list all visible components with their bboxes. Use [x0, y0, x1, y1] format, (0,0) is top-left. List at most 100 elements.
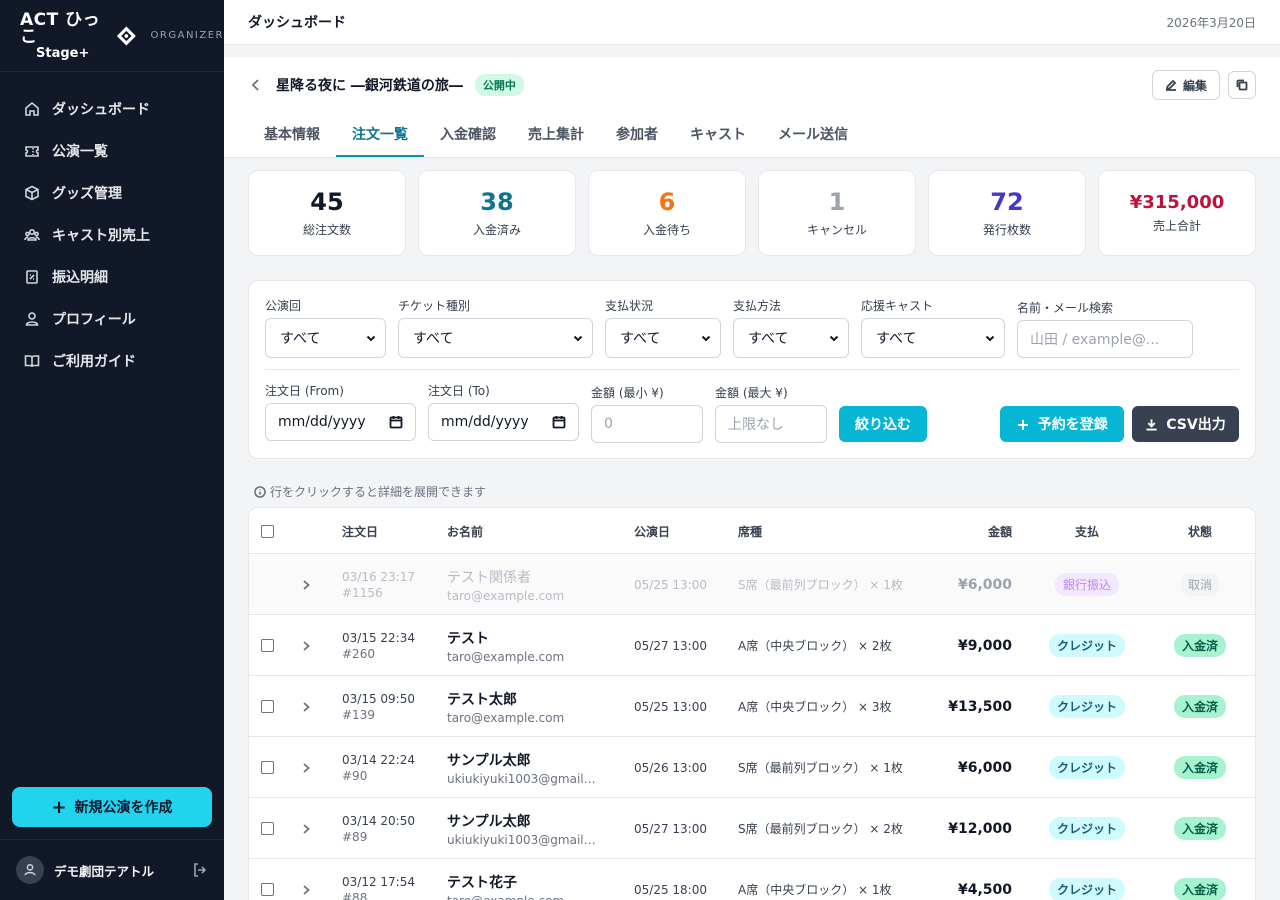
edit-button[interactable]: 編集: [1151, 70, 1220, 100]
select-all-checkbox[interactable]: [261, 524, 274, 538]
seat-description: S席（最前列ブロック） × 2枚: [738, 822, 903, 836]
account-footer: デモ劇団テアトル: [0, 839, 224, 900]
payment-method-badge: クレジット: [1048, 756, 1125, 779]
column-amount[interactable]: 金額: [952, 508, 1012, 554]
register-reservation-button[interactable]: + 予約を登録: [1000, 406, 1124, 442]
filter-label: 公演回: [265, 299, 302, 313]
stat-value: 72: [990, 188, 1024, 217]
tab-email[interactable]: メール送信: [762, 113, 864, 157]
row-checkbox[interactable]: [261, 700, 274, 713]
column-name[interactable]: お名前: [447, 508, 483, 554]
table-row[interactable]: 03/14 20:50 #89 サンプル太郎 ukiukiyuki1003@gmail…: [249, 798, 1255, 859]
create-performance-button[interactable]: + 新規公演を作成: [12, 787, 212, 827]
seat-description: A席（中央ブロック） × 2枚: [738, 639, 892, 653]
csv-export-button[interactable]: CSV出力: [1132, 406, 1239, 442]
select-value: すべて: [748, 331, 789, 347]
chevron-down-icon: [366, 335, 376, 342]
brand-logo[interactable]: ACT ひっこ Stage+: [20, 9, 137, 60]
column-order-date[interactable]: 注文日: [342, 508, 378, 554]
chevron-right-icon[interactable]: [299, 761, 313, 775]
sidebar-item-goods[interactable]: グッズ管理: [0, 172, 224, 214]
column-seat[interactable]: 席種: [738, 508, 762, 554]
sidebar-item-performances[interactable]: 公演一覧: [0, 130, 224, 172]
amount-cell: ¥4,500: [932, 859, 1012, 900]
seat-cell: A席（中央ブロック） × 3枚: [738, 676, 892, 737]
row-checkbox[interactable]: [261, 761, 274, 774]
calendar-icon[interactable]: [552, 415, 566, 429]
column-status[interactable]: 状態: [1152, 508, 1248, 554]
row-checkbox[interactable]: [261, 639, 274, 652]
table-row[interactable]: 03/14 22:24 #90 サンプル太郎 ukiukiyuki1003@gmail…: [249, 737, 1255, 798]
row-select-cell: [261, 676, 274, 737]
row-expand-cell: [299, 615, 313, 676]
chevron-right-icon[interactable]: [299, 700, 313, 714]
info-icon: [254, 485, 266, 498]
table-row[interactable]: 03/15 22:34 #260 テスト taro@example.com 05/27 …: [249, 615, 1255, 676]
logout-icon[interactable]: [192, 862, 208, 878]
stat-label: 入金待ち: [642, 222, 691, 237]
stat-value: 38: [480, 188, 514, 217]
seat-description: S席（最前列ブロック） × 1枚: [738, 761, 903, 775]
organization-name: デモ劇団テアトル: [54, 863, 155, 879]
order-id: #89: [342, 829, 368, 844]
order-date-to-input[interactable]: mm/dd/yyyy: [428, 403, 579, 441]
users-icon: [24, 228, 40, 241]
sidebar-item-guide[interactable]: ご利用ガイド: [0, 340, 224, 382]
sidebar-item-label: キャスト別売上: [52, 228, 150, 244]
payment-status-select[interactable]: すべて: [605, 318, 721, 358]
brand-line1: ACT ひっこ: [20, 9, 101, 47]
order-datetime: 03/14 22:24: [342, 752, 415, 767]
apply-filter-button[interactable]: 絞り込む: [839, 406, 927, 442]
chevron-left-icon[interactable]: [248, 77, 264, 93]
row-checkbox[interactable]: [261, 883, 274, 896]
order-amount: ¥13,500: [948, 698, 1012, 715]
tab-cast[interactable]: キャスト: [674, 113, 762, 157]
sidebar-item-cast-sales[interactable]: キャスト別売上: [0, 214, 224, 256]
amount-min-input[interactable]: 0: [591, 405, 703, 443]
tab-basic-info[interactable]: 基本情報: [248, 113, 336, 157]
table-row[interactable]: 03/12 17:54#88 テスト花子 taro@example.com 05/25…: [249, 859, 1255, 900]
avatar[interactable]: [16, 856, 44, 884]
user-icon: [25, 312, 39, 326]
calendar-icon[interactable]: [389, 415, 403, 429]
row-select-cell: [261, 798, 274, 859]
sidebar-item-profile[interactable]: プロフィール: [0, 298, 224, 340]
payment-method-select[interactable]: すべて: [733, 318, 849, 358]
filter-label: 注文日 (To): [428, 384, 490, 398]
table-row[interactable]: 03/16 23:17 #1156 テスト関係者 taro@example.com 05…: [249, 554, 1255, 615]
customer-email: ukiukiyuki1003@gmail…: [447, 832, 596, 847]
row-checkbox[interactable]: [261, 822, 274, 835]
column-payment[interactable]: 支払: [1037, 508, 1137, 554]
amount-max-input[interactable]: 上限なし: [715, 405, 827, 443]
ticket-type-select[interactable]: すべて: [398, 318, 593, 358]
name-email-search-input[interactable]: 山田 / example@...: [1017, 320, 1193, 358]
performance-select[interactable]: すべて: [265, 318, 386, 358]
amount-cell: ¥6,000: [932, 554, 1012, 615]
chevron-right-icon[interactable]: [299, 639, 313, 653]
sidebar-item-dashboard[interactable]: ダッシュボード: [0, 88, 224, 130]
performance-title: 星降る夜に ―銀河鉄道の旅―: [276, 78, 463, 94]
book-icon: [24, 355, 40, 368]
tab-orders[interactable]: 注文一覧: [336, 113, 424, 157]
customer-name: テスト花子: [447, 874, 517, 891]
customer-cell: テスト花子 taro@example.com: [447, 859, 627, 900]
tab-payment-check[interactable]: 入金確認: [424, 113, 512, 157]
cast-select[interactable]: すべて: [861, 318, 1005, 358]
tab-sales-summary[interactable]: 売上集計: [512, 113, 600, 157]
table-row[interactable]: 03/15 09:50 #139 テスト太郎 taro@example.com 05/2…: [249, 676, 1255, 737]
tab-participants[interactable]: 参加者: [600, 113, 674, 157]
order-date-from-input[interactable]: mm/dd/yyyy: [265, 403, 416, 441]
seat-cell: S席（最前列ブロック） × 1枚: [738, 554, 903, 615]
chevron-right-icon[interactable]: [299, 822, 313, 836]
chevron-right-icon[interactable]: [299, 578, 313, 592]
chevron-down-icon: [573, 335, 583, 342]
stat-value: ¥315,000: [1129, 191, 1225, 213]
chevron-right-icon[interactable]: [299, 883, 313, 897]
sidebar-item-transfers[interactable]: 振込明細: [0, 256, 224, 298]
column-show-date[interactable]: 公演日: [634, 508, 670, 554]
copy-button[interactable]: [1228, 71, 1256, 99]
diamond-logo-icon: [116, 26, 136, 45]
filter-label: 金額 (最大 ¥): [715, 386, 788, 400]
order-status-badge: 入金済: [1173, 756, 1226, 779]
order-datetime: 03/15 22:34: [342, 630, 415, 645]
